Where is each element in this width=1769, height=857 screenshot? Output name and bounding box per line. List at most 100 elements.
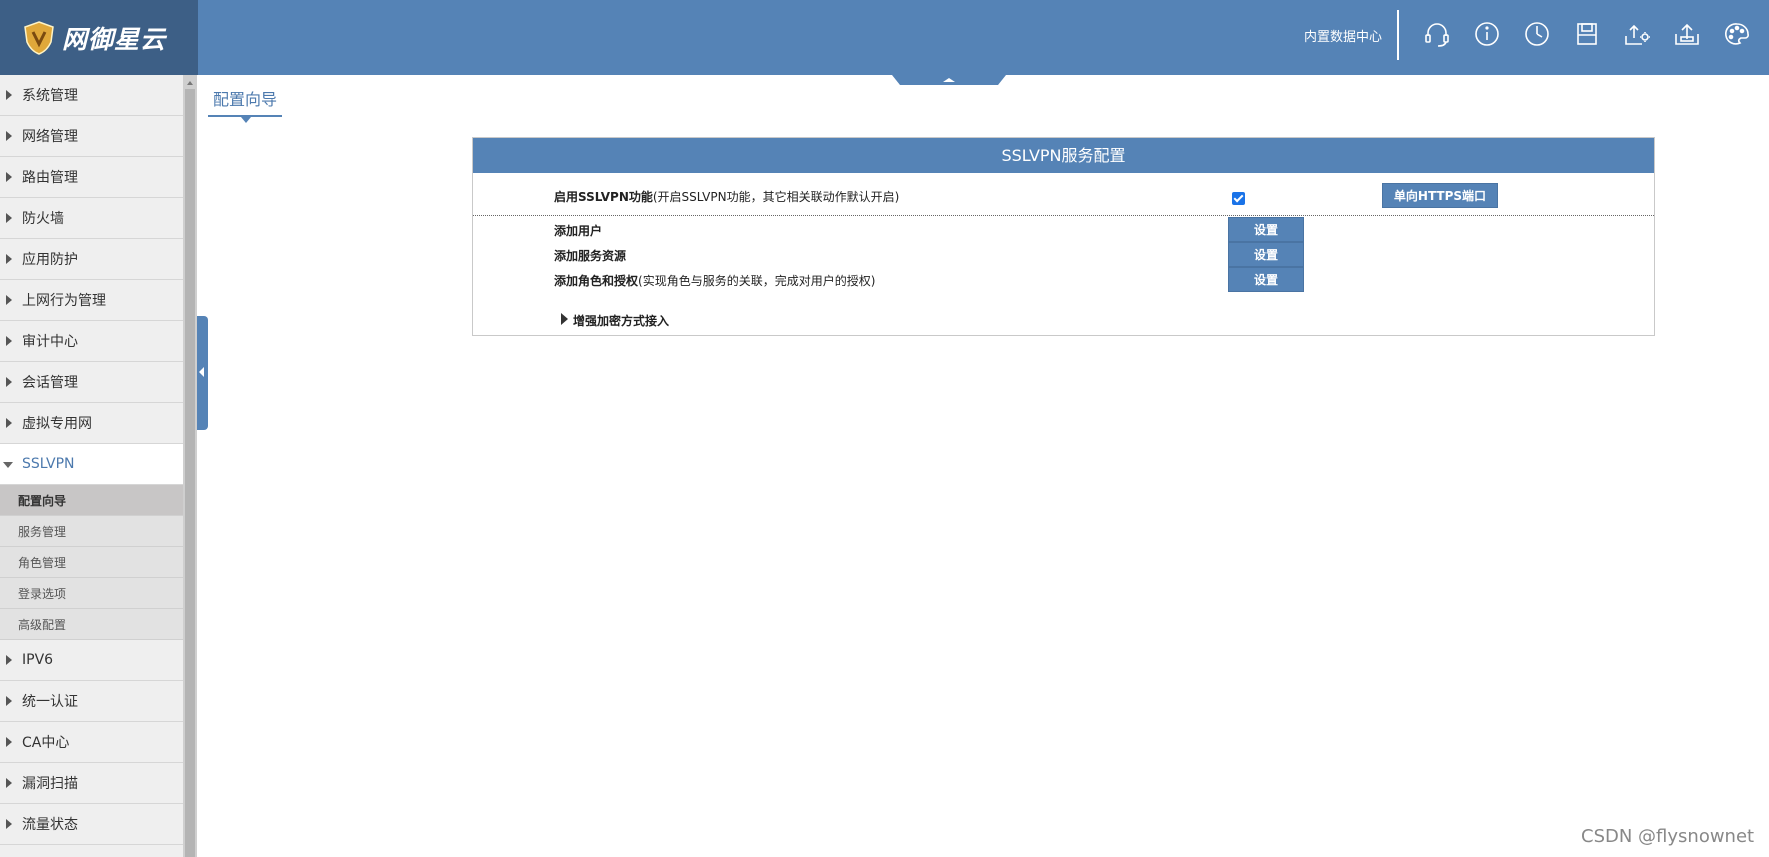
chevron-right-icon <box>6 655 12 665</box>
sidebar-item-label: 审计中心 <box>22 334 78 350</box>
chevron-down-icon <box>3 462 13 468</box>
sidebar-subitem-label: 服务管理 <box>18 524 67 539</box>
shield-logo-icon <box>24 20 54 55</box>
sidebar-collapse-handle[interactable] <box>197 316 208 430</box>
chevron-right-icon <box>6 336 12 346</box>
brand-name: 网御星云 <box>62 24 167 54</box>
chevron-right-icon <box>6 295 12 305</box>
sidebar-item[interactable]: 网络管理 <box>0 116 183 157</box>
sidebar-subitem-label: 高级配置 <box>18 617 67 632</box>
enable-sslvpn-row: 启用SSLVPN功能(开启SSLVPN功能，其它相关联动作默认开启) 单向HTT… <box>473 173 1654 216</box>
panel-title: SSLVPN服务配置 <box>473 138 1654 173</box>
setup-row-label-bold: 添加角色和授权 <box>554 274 639 288</box>
enable-sslvpn-label-note: (开启SSLVPN功能，其它相关联动作默认开启) <box>652 190 900 204</box>
sidebar-item-label: 漏洞扫描 <box>22 776 78 792</box>
setup-row-label-bold: 添加用户 <box>554 224 603 238</box>
sidebar-subitem[interactable]: 登录选项 <box>0 578 183 609</box>
sidebar-subitem-label: 登录选项 <box>18 586 67 601</box>
chevron-right-icon <box>6 213 12 223</box>
sidebar-item[interactable]: 审计中心 <box>0 321 183 362</box>
sidebar-item[interactable]: 会话管理 <box>0 362 183 403</box>
chevron-right-icon <box>6 819 12 829</box>
sidebar-item[interactable]: 流量状态 <box>0 804 183 845</box>
https-port-button[interactable]: 单向HTTPS端口 <box>1382 183 1498 208</box>
sidebar-nav: 系统管理网络管理路由管理防火墙应用防护上网行为管理 审计中心会话管理虚拟专用网 S… <box>0 75 183 857</box>
enhanced-encryption-label: 增强加密方式接入 <box>573 314 670 328</box>
sidebar-subitem[interactable]: 角色管理 <box>0 547 183 578</box>
header-collapse-tab[interactable] <box>892 75 1006 85</box>
sidebar-item[interactable]: 防火墙 <box>0 198 183 239</box>
tab-pointer-icon <box>241 117 251 123</box>
scrollbar-thumb[interactable] <box>185 89 195 857</box>
header-divider <box>1397 10 1399 60</box>
enhanced-encryption-expander[interactable]: 增强加密方式接入 <box>573 312 669 329</box>
upload-icon[interactable] <box>1662 18 1712 50</box>
sidebar-item-label: 系统管理 <box>22 88 78 104</box>
sidebar-item-label: 统一认证 <box>22 694 78 710</box>
sidebar-item-label: IPV6 <box>22 652 54 668</box>
setup-row-label: 添加用户 <box>554 222 602 239</box>
scroll-up-icon[interactable] <box>187 81 193 85</box>
enable-sslvpn-checkbox[interactable] <box>1232 192 1245 205</box>
setup-row-label-note: (实现角色与服务的关联，完成对用户的授权) <box>638 274 876 288</box>
sidebar-item[interactable]: 统一认证 <box>0 681 183 722</box>
sidebar-item-label: 路由管理 <box>22 170 78 186</box>
setup-button[interactable]: 设置 <box>1228 217 1304 242</box>
chevron-left-icon <box>199 367 204 377</box>
chevron-right-icon <box>6 172 12 182</box>
builtin-datacenter-link[interactable]: 内置数据中心 <box>1304 26 1382 45</box>
chevron-right-icon <box>6 418 12 428</box>
sidebar-item[interactable]: 虚拟专用网 <box>0 403 183 444</box>
upload-settings-icon[interactable] <box>1612 18 1662 50</box>
tab-config-wizard[interactable]: 配置向导 <box>208 89 282 123</box>
setup-row-label: 添加服务资源 <box>554 247 626 264</box>
headset-icon[interactable] <box>1412 18 1462 50</box>
sidebar-item[interactable]: IPV6 <box>0 640 183 681</box>
palette-icon[interactable] <box>1712 18 1762 50</box>
sslvpn-config-panel: SSLVPN服务配置 启用SSLVPN功能(开启SSLVPN功能，其它相关联动作… <box>472 137 1655 336</box>
sidebar-item[interactable]: 路由管理 <box>0 157 183 198</box>
tab-label: 配置向导 <box>212 90 277 109</box>
setup-button[interactable]: 设置 <box>1228 267 1304 292</box>
sidebar-subitem[interactable]: 高级配置 <box>0 609 183 640</box>
sidebar-item-label: 防火墙 <box>22 211 64 227</box>
top-header: 网御星云 内置数据中心 <box>0 0 1769 85</box>
sidebar-item[interactable]: 系统管理 <box>0 75 183 116</box>
sidebar-item[interactable]: 应用防护 <box>0 239 183 280</box>
sidebar-item-label: 虚拟专用网 <box>22 416 92 432</box>
sidebar-item-label: 会话管理 <box>22 375 78 391</box>
sidebar-item-label: 网络管理 <box>22 129 78 145</box>
sidebar-item-label: 上网行为管理 <box>22 293 106 309</box>
chevron-right-icon <box>6 737 12 747</box>
enable-sslvpn-label-bold: 启用SSLVPN功能 <box>554 190 653 204</box>
sidebar-subitem[interactable]: 服务管理 <box>0 516 183 547</box>
setup-button[interactable]: 设置 <box>1228 242 1304 267</box>
chevron-right-icon <box>6 778 12 788</box>
chevron-right-icon <box>6 90 12 100</box>
chevron-right-icon <box>6 131 12 141</box>
chevron-right-icon <box>6 377 12 387</box>
sidebar-item-sslvpn[interactable]: SSLVPN <box>0 444 183 485</box>
sidebar-item[interactable]: 上网行为管理 <box>0 280 183 321</box>
sidebar-subitem-label: 配置向导 <box>18 493 67 508</box>
chevron-right-icon <box>6 696 12 706</box>
csdn-watermark: CSDN @flysnownet <box>1581 826 1755 847</box>
info-icon[interactable] <box>1462 18 1512 50</box>
clock-icon[interactable] <box>1512 18 1562 50</box>
sidebar-item-label: CA中心 <box>22 735 70 751</box>
header-toolbar <box>1412 18 1762 50</box>
sidebar-scrollbar[interactable] <box>183 75 197 857</box>
expand-right-icon[interactable] <box>561 313 568 325</box>
sidebar-subitem[interactable]: 配置向导 <box>0 485 183 516</box>
setup-row-label-bold: 添加服务资源 <box>554 249 627 263</box>
save-icon[interactable] <box>1562 18 1612 50</box>
sidebar-subitem-label: 角色管理 <box>18 555 67 570</box>
brand-logo: 网御星云 <box>0 0 198 75</box>
sidebar-item-label: SSLVPN <box>22 456 75 472</box>
setup-row-label: 添加角色和授权(实现角色与服务的关联，完成对用户的授权) <box>554 272 875 289</box>
sidebar-item-label: 应用防护 <box>22 252 78 268</box>
sidebar-item[interactable]: CA中心 <box>0 722 183 763</box>
enable-sslvpn-label: 启用SSLVPN功能(开启SSLVPN功能，其它相关联动作默认开启) <box>554 188 899 205</box>
sidebar-item[interactable]: 漏洞扫描 <box>0 763 183 804</box>
chevron-right-icon <box>6 254 12 264</box>
